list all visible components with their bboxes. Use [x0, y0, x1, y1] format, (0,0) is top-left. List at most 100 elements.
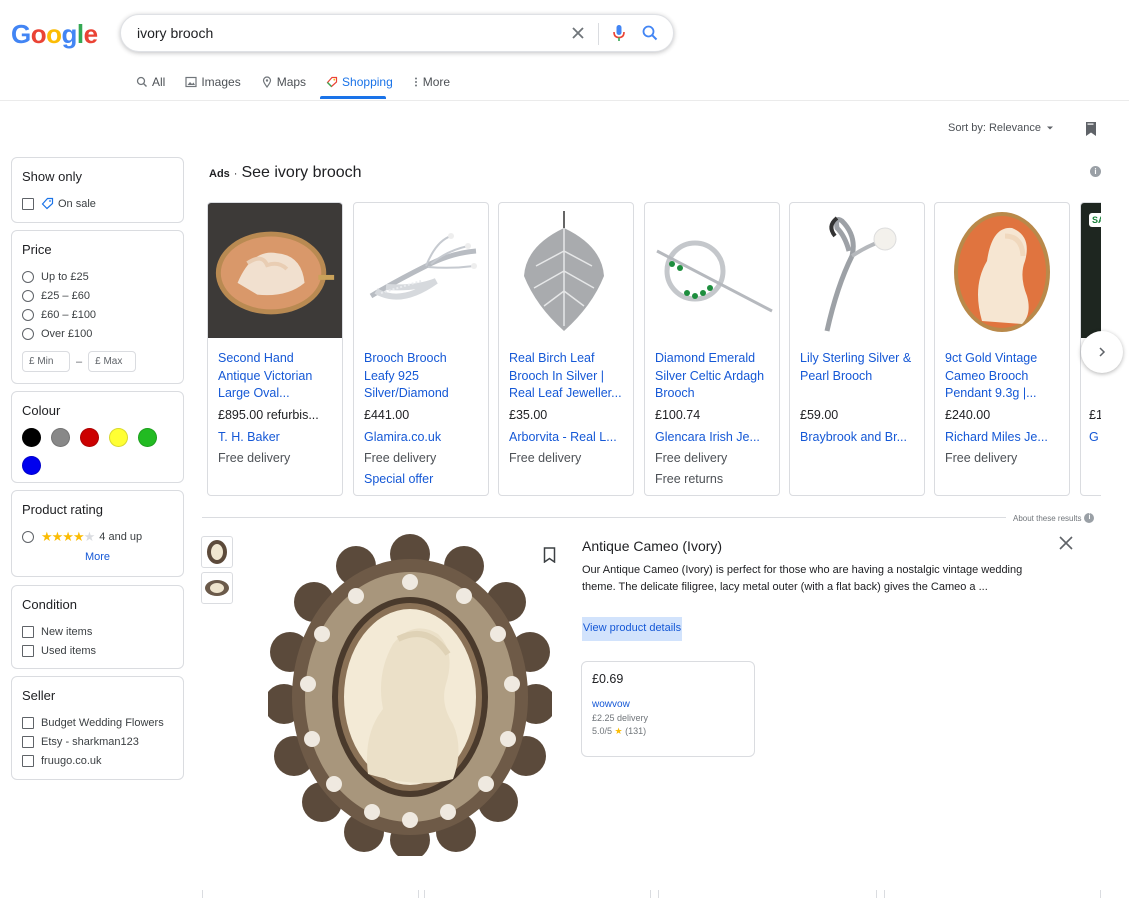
seller-option[interactable]: Budget Wedding Flowers: [22, 713, 173, 732]
tab-images[interactable]: Images: [185, 74, 241, 90]
ad-card[interactable]: Diamond Emerald Silver Celtic Ardagh Bro…: [644, 202, 780, 496]
price-option[interactable]: £25 – £60: [22, 286, 173, 305]
price-min-input[interactable]: £ Min: [22, 351, 70, 372]
ad-title[interactable]: Diamond Emerald Silver Celtic Ardagh Bro…: [655, 350, 769, 404]
product-image: [354, 203, 488, 338]
tab-label: Maps: [276, 75, 307, 89]
ad-merchant[interactable]: Arborvita - Real L...: [509, 430, 623, 448]
tab-all[interactable]: All: [136, 74, 165, 90]
tag-icon: [41, 197, 54, 210]
checkbox[interactable]: [22, 197, 34, 210]
tab-more[interactable]: More: [413, 74, 450, 90]
more-vert-icon: [414, 77, 417, 87]
price-option[interactable]: Over £100: [22, 324, 173, 343]
divider-tick: [1100, 890, 1101, 898]
about-results[interactable]: About these results i: [1013, 513, 1095, 523]
info-icon[interactable]: i: [1090, 166, 1101, 177]
radio[interactable]: [22, 327, 34, 340]
colour-swatch-yellow[interactable]: [109, 428, 128, 447]
divider-tick: [418, 890, 419, 898]
header-divider: [0, 100, 1129, 101]
checkbox[interactable]: [22, 735, 34, 748]
seller-option[interactable]: fruugo.co.uk: [22, 751, 173, 770]
carousel-next-button[interactable]: [1081, 331, 1123, 373]
ad-title[interactable]: Brooch Brooch Leafy 925 Silver/Diamond: [364, 350, 478, 404]
option-label: £25 – £60: [41, 289, 90, 302]
ad-card[interactable]: Brooch Brooch Leafy 925 Silver/Diamond £…: [353, 202, 489, 496]
close-icon[interactable]: [1059, 534, 1073, 555]
product-thumbnail[interactable]: [201, 572, 233, 604]
ad-merchant[interactable]: Glamira.co.uk: [364, 430, 478, 448]
about-label: About these results: [1013, 513, 1082, 523]
price-max-input[interactable]: £ Max: [88, 351, 137, 372]
ad-merchant[interactable]: Richard Miles Je...: [945, 430, 1059, 448]
checkbox[interactable]: [22, 644, 34, 657]
option-label: Over £100: [41, 327, 93, 340]
ad-card[interactable]: Lily Sterling Silver & Pearl Brooch £59.…: [789, 202, 925, 496]
filter-show-only: Show only On sale: [11, 157, 184, 223]
view-product-details-button[interactable]: View product details: [582, 617, 682, 641]
product-image: [790, 203, 924, 338]
results-divider: [202, 517, 1006, 518]
logo-letter: g: [61, 19, 78, 49]
ad-merchant[interactable]: Braybrook and Br...: [800, 430, 914, 448]
option-label: Used items: [41, 644, 97, 657]
radio[interactable]: [22, 270, 34, 283]
product-image: SA: [1081, 203, 1101, 338]
option-label: On sale: [58, 197, 96, 210]
ad-merchant[interactable]: T. H. Baker: [218, 430, 332, 448]
range-dash: –: [76, 355, 83, 368]
ad-special-offer[interactable]: Special offer: [364, 472, 478, 490]
condition-option[interactable]: Used items: [22, 641, 173, 660]
option-label: New items: [41, 625, 93, 638]
price-option[interactable]: £60 – £100: [22, 305, 173, 324]
tab-maps[interactable]: Maps: [261, 74, 306, 90]
price-option[interactable]: Up to £25: [22, 267, 173, 286]
sale-badge: SA: [1089, 213, 1101, 227]
ad-card[interactable]: Second Hand Antique Victorian Large Oval…: [207, 202, 343, 496]
filter-on-sale[interactable]: On sale: [22, 194, 173, 213]
tab-shopping[interactable]: Shopping: [326, 74, 393, 90]
condition-option[interactable]: New items: [22, 622, 173, 641]
offer-seller[interactable]: wowvow: [592, 699, 744, 710]
colour-swatch-blue[interactable]: [22, 456, 41, 475]
seller-option[interactable]: Etsy - sharkman123: [22, 732, 173, 751]
colour-swatch-black[interactable]: [22, 428, 41, 447]
ad-title[interactable]: 9ct Gold Vintage Cameo Brooch Pendant 9.…: [945, 350, 1059, 404]
clear-icon[interactable]: [567, 22, 589, 44]
radio[interactable]: [22, 289, 34, 302]
search-input[interactable]: ivory brooch: [137, 25, 213, 41]
star-rating-icon: ★★★★★: [41, 528, 95, 544]
colour-swatch-grey[interactable]: [51, 428, 70, 447]
google-logo[interactable]: Google: [11, 19, 98, 50]
offer-card[interactable]: £0.69 wowvow £2.25 delivery 5.0/5 ★ (131…: [581, 661, 755, 757]
rating-option[interactable]: ★★★★★ 4 and up: [22, 527, 173, 546]
logo-letter: e: [83, 19, 98, 49]
ad-merchant[interactable]: G: [1089, 430, 1101, 448]
ad-title[interactable]: Second Hand Antique Victorian Large Oval…: [218, 350, 332, 404]
search-box[interactable]: ivory brooch: [120, 14, 674, 52]
radio[interactable]: [22, 308, 34, 321]
colour-swatch-red[interactable]: [80, 428, 99, 447]
search-icon[interactable]: [639, 22, 661, 44]
filter-title: Show only: [22, 169, 82, 184]
ad-title[interactable]: Lily Sterling Silver & Pearl Brooch: [800, 350, 914, 404]
filter-condition: Condition New items Used items: [11, 585, 184, 669]
checkbox[interactable]: [22, 716, 34, 729]
colour-swatch-green[interactable]: [138, 428, 157, 447]
sort-dropdown[interactable]: Sort by: Relevance: [948, 122, 1055, 134]
radio[interactable]: [22, 530, 34, 543]
filter-rating: Product rating ★★★★★ 4 and up More: [11, 490, 184, 577]
rating-more-link[interactable]: More: [22, 551, 173, 563]
bookmark-icon[interactable]: [543, 547, 556, 568]
ad-title[interactable]: Real Birch Leaf Brooch In Silver | Real …: [509, 350, 623, 404]
ad-price: £1: [1089, 408, 1101, 422]
checkbox[interactable]: [22, 754, 34, 767]
saved-items-icon[interactable]: [1084, 121, 1098, 142]
ad-card[interactable]: 9ct Gold Vintage Cameo Brooch Pendant 9.…: [934, 202, 1070, 496]
product-thumbnail[interactable]: [201, 536, 233, 568]
checkbox[interactable]: [22, 625, 34, 638]
microphone-icon[interactable]: [608, 22, 630, 44]
ad-merchant[interactable]: Glencara Irish Je...: [655, 430, 769, 448]
ad-card[interactable]: Real Birch Leaf Brooch In Silver | Real …: [498, 202, 634, 496]
